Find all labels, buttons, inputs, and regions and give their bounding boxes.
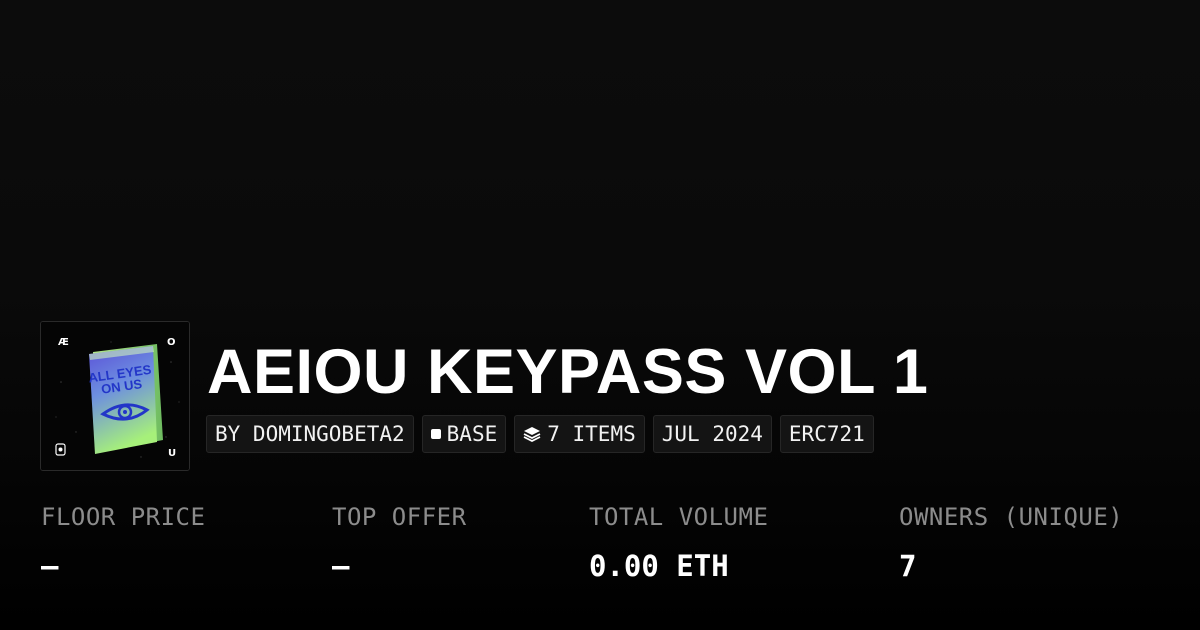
standard-label: ERC721 xyxy=(788,422,865,446)
stat-total-volume: TOTAL VOLUME 0.00 ETH xyxy=(589,503,768,583)
collection-title: AEIOU KEYPASS VOL 1 xyxy=(207,337,929,407)
standard-tag: ERC721 xyxy=(779,415,874,453)
chain-tag[interactable]: BASE xyxy=(421,415,507,453)
creator-tag[interactable]: BY DOMINGOBETA2 xyxy=(206,415,414,453)
total-volume-label: TOTAL VOLUME xyxy=(589,503,769,531)
date-tag: JUL 2024 xyxy=(652,415,772,453)
corner-mark-top-right: O xyxy=(167,337,176,348)
chain-label: BASE xyxy=(446,422,498,446)
stat-top-offer: TOP OFFER – xyxy=(332,503,467,583)
owners-value: 7 xyxy=(899,549,917,583)
floor-price-label: FLOOR PRICE xyxy=(41,503,206,531)
date-label: JUL 2024 xyxy=(661,422,763,446)
collection-tags: BY DOMINGOBETA2 BASE 7 ITEMS JUL 2024 ER… xyxy=(206,415,874,453)
collection-thumbnail[interactable]: ALL EYES ON US Æ O U xyxy=(40,321,190,471)
corner-mark-top-left: Æ xyxy=(58,337,69,348)
items-label: 7 ITEMS xyxy=(547,422,636,446)
floor-price-value: – xyxy=(41,549,59,583)
layers-icon xyxy=(523,426,541,442)
owners-label: OWNERS (UNIQUE) xyxy=(899,503,1124,531)
top-offer-value: – xyxy=(332,549,350,583)
creator-label: BY DOMINGOBETA2 xyxy=(215,422,405,446)
top-offer-label: TOP OFFER xyxy=(332,503,467,531)
collection-stats: FLOOR PRICE – TOP OFFER – TOTAL VOLUME 0… xyxy=(0,503,1200,603)
square-icon xyxy=(430,429,441,439)
keypass-artwork: ALL EYES ON US Æ O U xyxy=(41,322,189,470)
total-volume-value: 0.00 ETH xyxy=(589,549,729,583)
corner-mark-bottom-right: U xyxy=(168,448,176,459)
stat-owners: OWNERS (UNIQUE) 7 xyxy=(899,503,1123,583)
items-tag[interactable]: 7 ITEMS xyxy=(514,415,645,453)
stat-floor-price: FLOOR PRICE – xyxy=(41,503,205,583)
